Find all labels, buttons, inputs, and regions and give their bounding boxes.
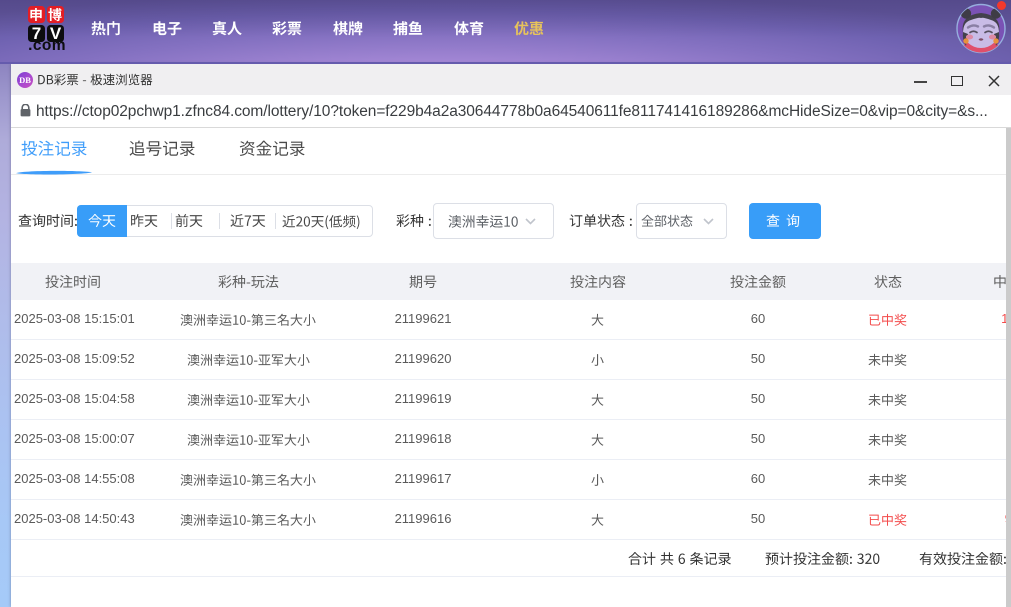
svg-text:DB: DB — [19, 75, 31, 85]
